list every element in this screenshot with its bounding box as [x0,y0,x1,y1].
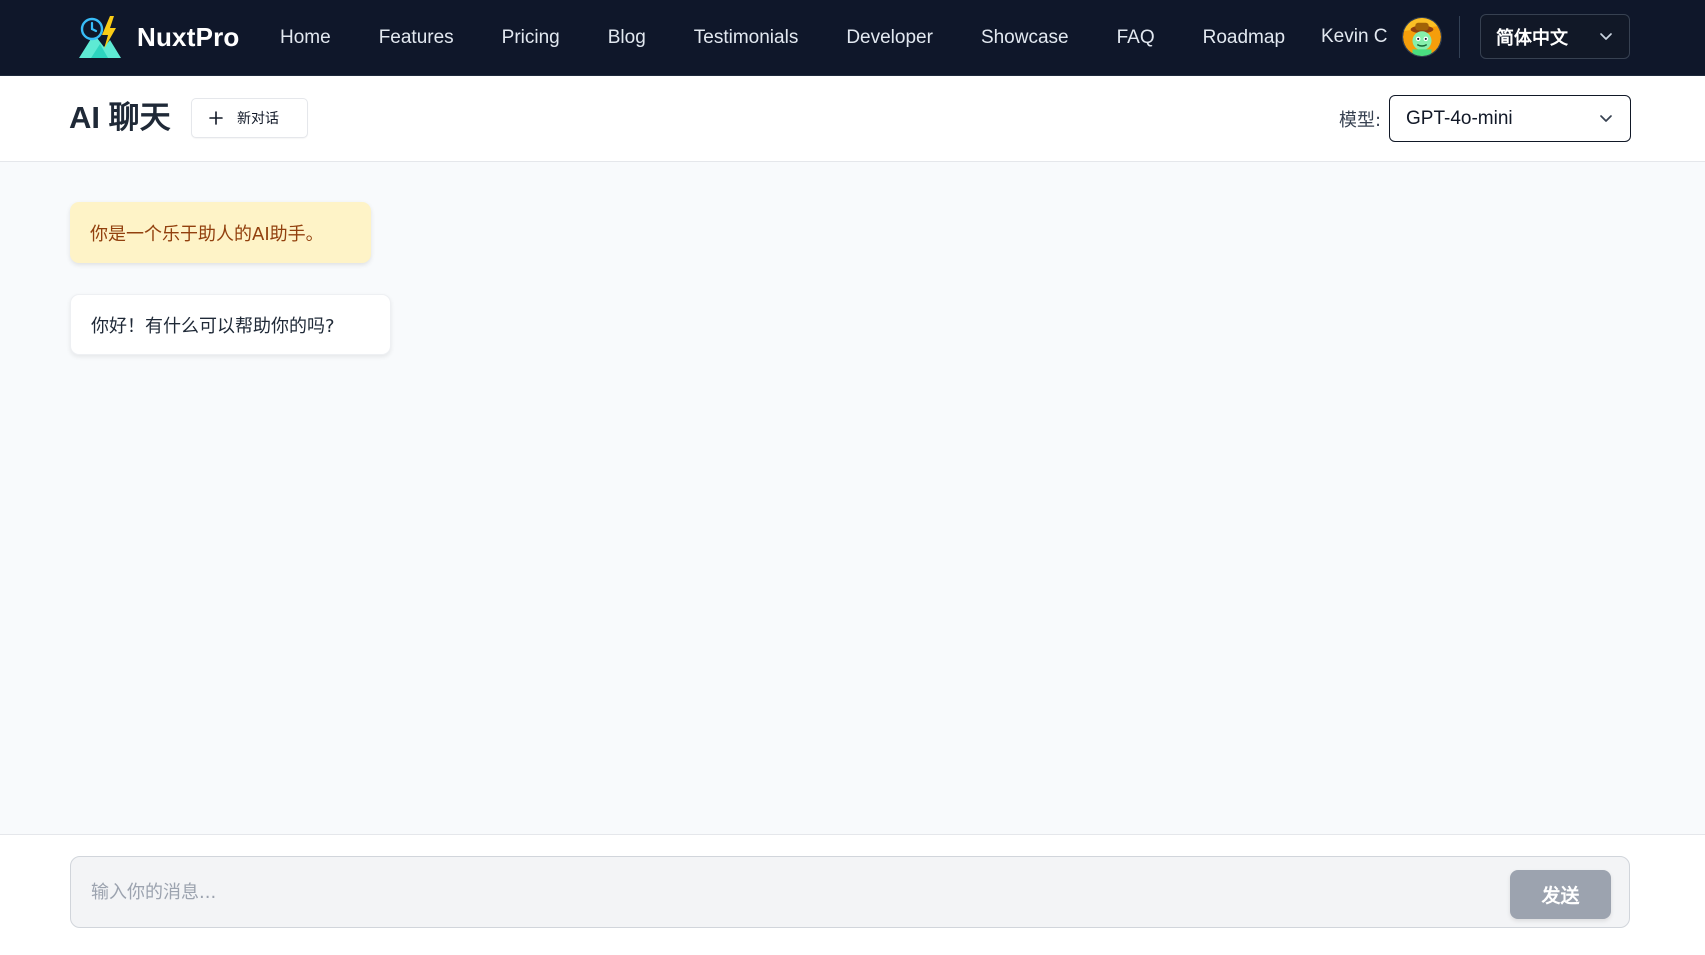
nav-blog-link[interactable]: Blog [608,27,646,49]
language-label: 简体中文 [1496,27,1568,49]
page-title: AI 聊天 [69,100,171,135]
composer-box: 发送 [70,856,1630,928]
top-navbar: NuxtPro Home Features Pricing Blog Testi… [0,0,1705,76]
chat-header: AI 聊天 新对话 模型: GPT-4o-mini [0,76,1705,162]
system-message: 你是一个乐于助人的AI助手。 [70,202,371,263]
send-button[interactable]: 发送 [1510,870,1611,919]
nav-faq-link[interactable]: FAQ [1117,27,1155,49]
plus-icon [209,111,223,125]
nav-testimonials-link[interactable]: Testimonials [694,27,799,49]
nav-home-link[interactable]: Home [280,27,331,49]
chevron-down-icon [1600,115,1612,122]
nav-showcase-link[interactable]: Showcase [981,27,1069,49]
user-menu[interactable]: Kevin C [1321,14,1442,60]
new-chat-button[interactable]: 新对话 [191,98,308,138]
nav-pricing-link[interactable]: Pricing [502,27,560,49]
user-name: Kevin C [1321,26,1388,47]
assistant-message: 你好！有什么可以帮助你的吗? [70,294,391,355]
brand-link[interactable]: NuxtPro [77,12,240,62]
message-composer: 发送 [0,834,1705,955]
nav-features-link[interactable]: Features [379,27,454,49]
chevron-down-icon [1600,33,1612,40]
main-nav: Home Features Pricing Blog Testimonials … [280,0,1285,75]
model-label: 模型: [1339,110,1382,131]
language-select[interactable]: 简体中文 [1480,14,1630,59]
brand-name: NuxtPro [137,21,240,52]
new-chat-label: 新对话 [237,111,279,127]
nav-roadmap-link[interactable]: Roadmap [1203,27,1285,49]
message-input[interactable] [71,857,1491,927]
nav-divider [1459,16,1460,58]
model-value: GPT-4o-mini [1406,107,1513,129]
brand-logo-icon [79,16,121,58]
model-select[interactable]: GPT-4o-mini [1389,95,1631,142]
user-avatar-icon [1401,17,1442,57]
nav-developer-link[interactable]: Developer [846,27,933,49]
message-list: 你是一个乐于助人的AI助手。 你好！有什么可以帮助你的吗? [0,162,1705,834]
